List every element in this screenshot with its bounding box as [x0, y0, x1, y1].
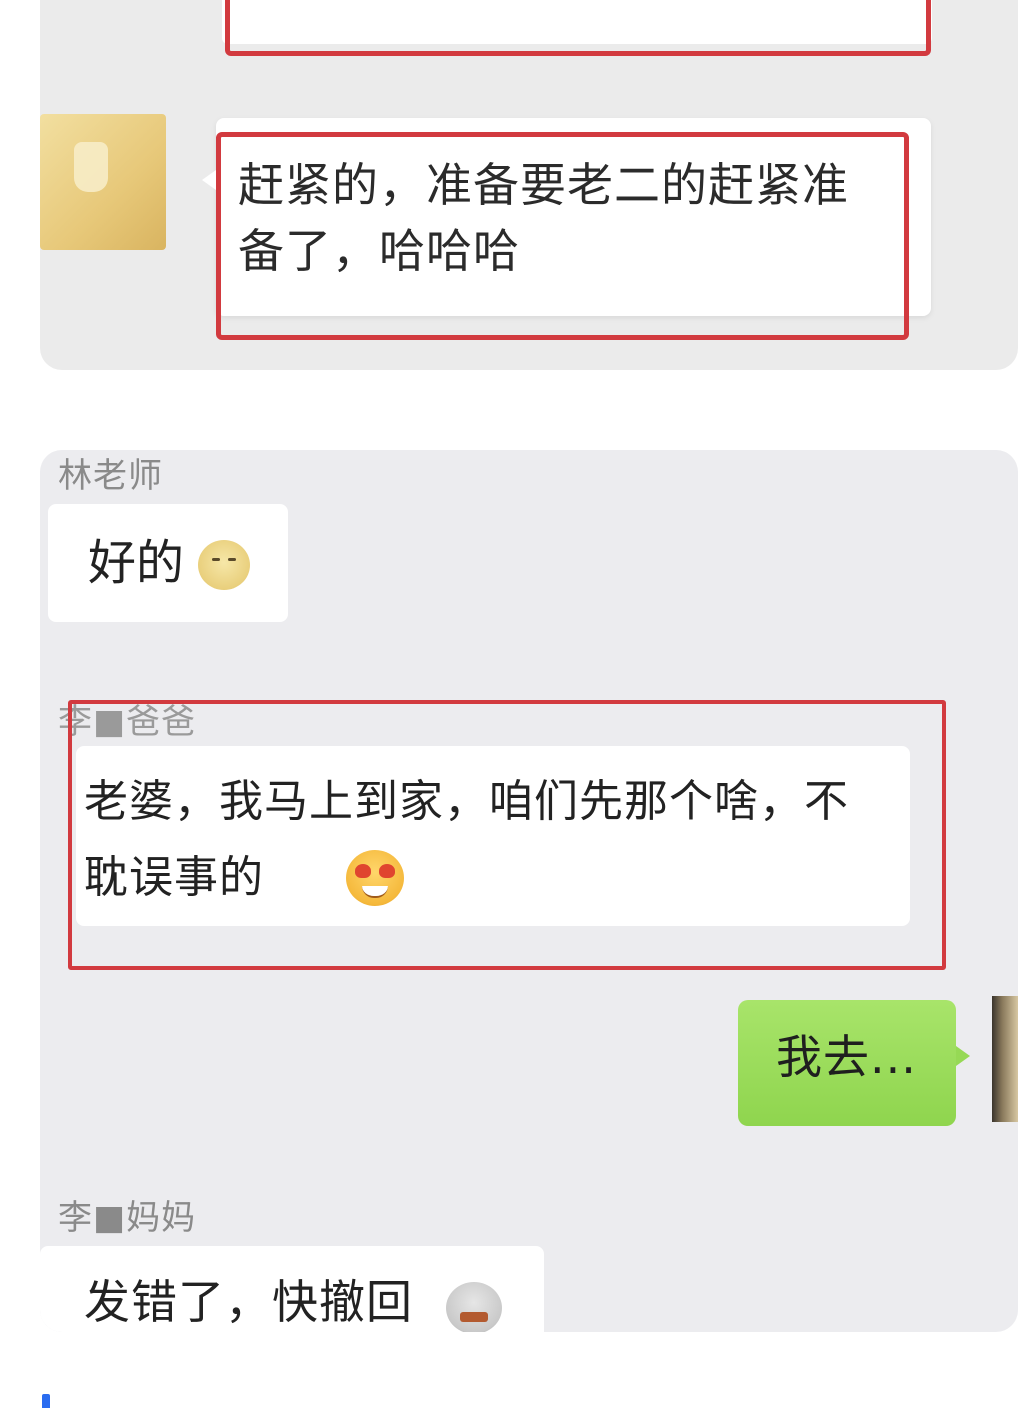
page: 赶紧的，准备要老二的赶紧准备了，哈哈哈 林老师 好的 李■爸爸 老婆，我马上到家… — [0, 0, 1023, 1408]
outgoing-message-bubble: 我去... — [738, 1000, 970, 1126]
angry-face-emoji-icon — [446, 1282, 502, 1332]
chat-screenshot-top: 赶紧的，准备要老二的赶紧准备了，哈哈哈 — [40, 0, 1018, 370]
message-text: 我去... — [776, 1030, 917, 1084]
avatar-icon — [74, 142, 108, 192]
chat-screenshot-bottom: 林老师 好的 李■爸爸 老婆，我马上到家，咱们先那个啥，不耽误事的 我去... … — [40, 450, 1018, 1332]
avatar — [992, 996, 1018, 1122]
message-highlight-box — [68, 700, 946, 970]
previous-message-highlight-box — [225, 0, 931, 56]
message-bubble: 发错了，快撤回 — [40, 1246, 544, 1332]
message-text: 赶紧的，准备要老二的赶紧准备了，哈哈哈 — [238, 158, 849, 278]
message-bubble: 好的 — [48, 504, 288, 622]
smirk-face-emoji-icon — [198, 540, 250, 590]
message-text: 发错了，快撤回 — [84, 1275, 413, 1329]
avatar — [40, 114, 166, 250]
text-cursor-icon — [42, 1394, 50, 1408]
sender-name: 李■妈妈 — [58, 1198, 197, 1238]
message-text: 好的 — [88, 535, 185, 591]
sender-name: 林老师 — [58, 456, 163, 496]
